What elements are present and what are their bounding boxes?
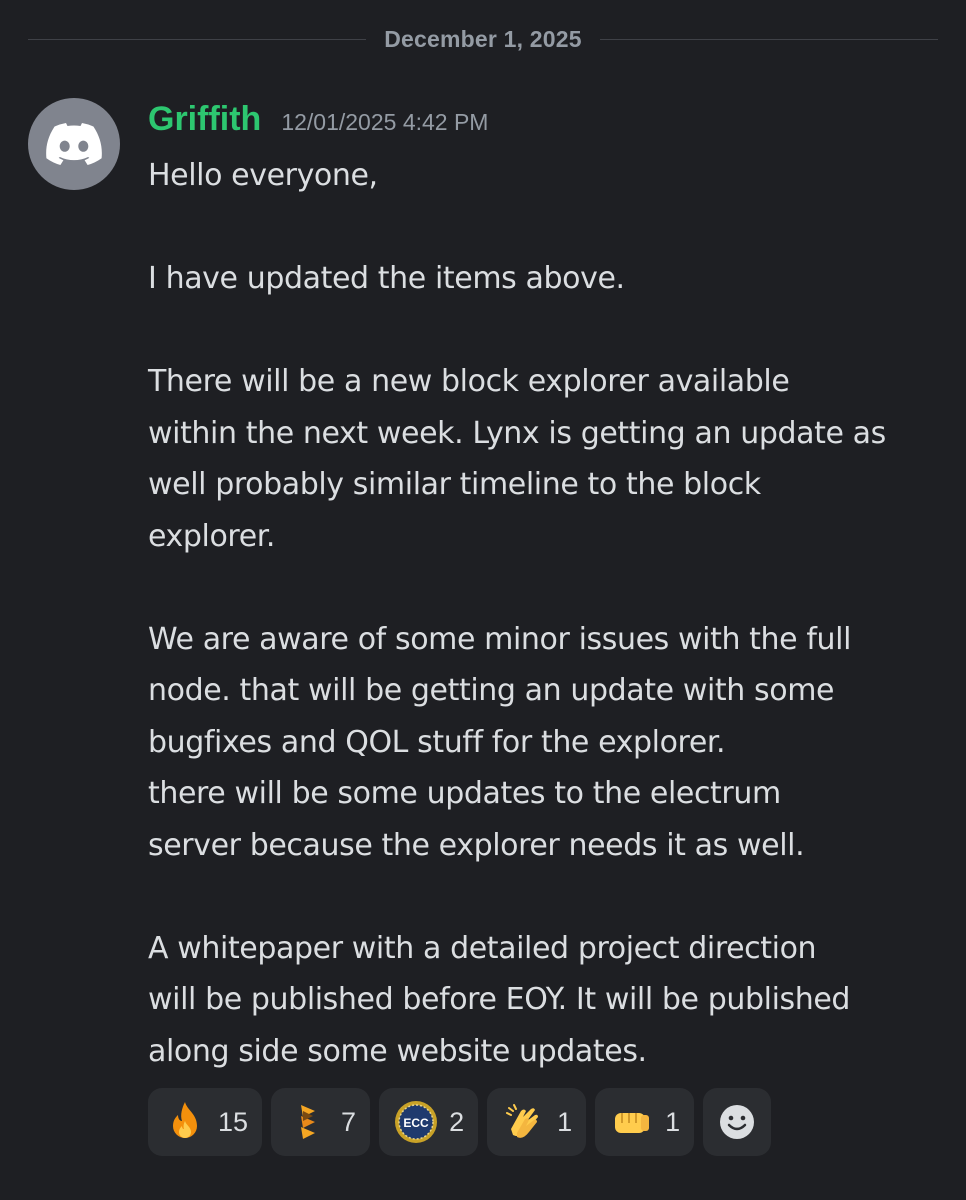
reaction-count: 1 [557, 1106, 573, 1137]
reaction-fist-bump[interactable]: 1 [595, 1088, 695, 1156]
divider-line-right [599, 38, 938, 40]
message-line: server because the explorer needs it as … [148, 827, 805, 863]
ecc-coin-icon: ECC [393, 1099, 439, 1145]
message-line: There will be a new block explorer avail… [148, 364, 790, 399]
message-line: We are aware of some minor issues with t… [148, 621, 852, 657]
fire-icon [162, 1099, 208, 1145]
reaction-ecc-coin[interactable]: ECC 2 [379, 1088, 479, 1156]
message-header: Griffith 12/01/2025 4:42 PM [148, 100, 488, 146]
discord-logo-icon [46, 123, 102, 165]
add-reaction-smiley-icon [720, 1105, 755, 1139]
message-line: well probably similar timeline to the bl… [148, 467, 761, 502]
date-divider: December 1, 2025 [28, 22, 938, 56]
message-line: bugfixes and QOL stuff for the explorer. [148, 724, 726, 760]
message-line: Hello everyone, [148, 158, 378, 193]
svg-text:ECC: ECC [403, 1116, 429, 1130]
reaction-count: 7 [341, 1106, 357, 1137]
avatar[interactable] [28, 98, 120, 190]
reactions-bar: 15 7 ECC 2 1 1 [148, 1088, 772, 1156]
reaction-stacked-chevron[interactable]: 7 [271, 1088, 371, 1156]
message-line: within the next week. Lynx is getting an… [148, 415, 886, 451]
username[interactable]: Griffith [148, 100, 261, 139]
message-line: I have updated the items above. [148, 261, 625, 296]
message-content: Hello everyone, I have updated the items … [148, 150, 948, 1077]
reaction-count: 1 [665, 1106, 681, 1137]
reaction-count: 2 [449, 1106, 465, 1137]
message-line: along side some website updates. [148, 1033, 647, 1069]
message-line: A whitepaper with a detailed project dir… [148, 930, 817, 966]
message-line: node. that will be getting an update wit… [148, 673, 835, 708]
divider-line-left [28, 38, 367, 40]
stacked-chevron-logo-icon [285, 1099, 331, 1145]
reaction-clap[interactable]: 1 [487, 1088, 587, 1156]
reaction-fire[interactable]: 15 [148, 1088, 263, 1156]
timestamp: 12/01/2025 4:42 PM [281, 109, 489, 135]
reaction-count: 15 [218, 1106, 249, 1137]
message-line: will be published before EOY. It will be… [148, 982, 851, 1017]
divider-date: December 1, 2025 [384, 25, 582, 52]
fist-bump-icon [609, 1099, 655, 1145]
message-line: there will be some updates to the electr… [148, 776, 781, 811]
message-line: explorer. [148, 518, 276, 554]
add-reaction-button[interactable] [703, 1088, 772, 1156]
clapping-hands-icon [501, 1099, 547, 1145]
